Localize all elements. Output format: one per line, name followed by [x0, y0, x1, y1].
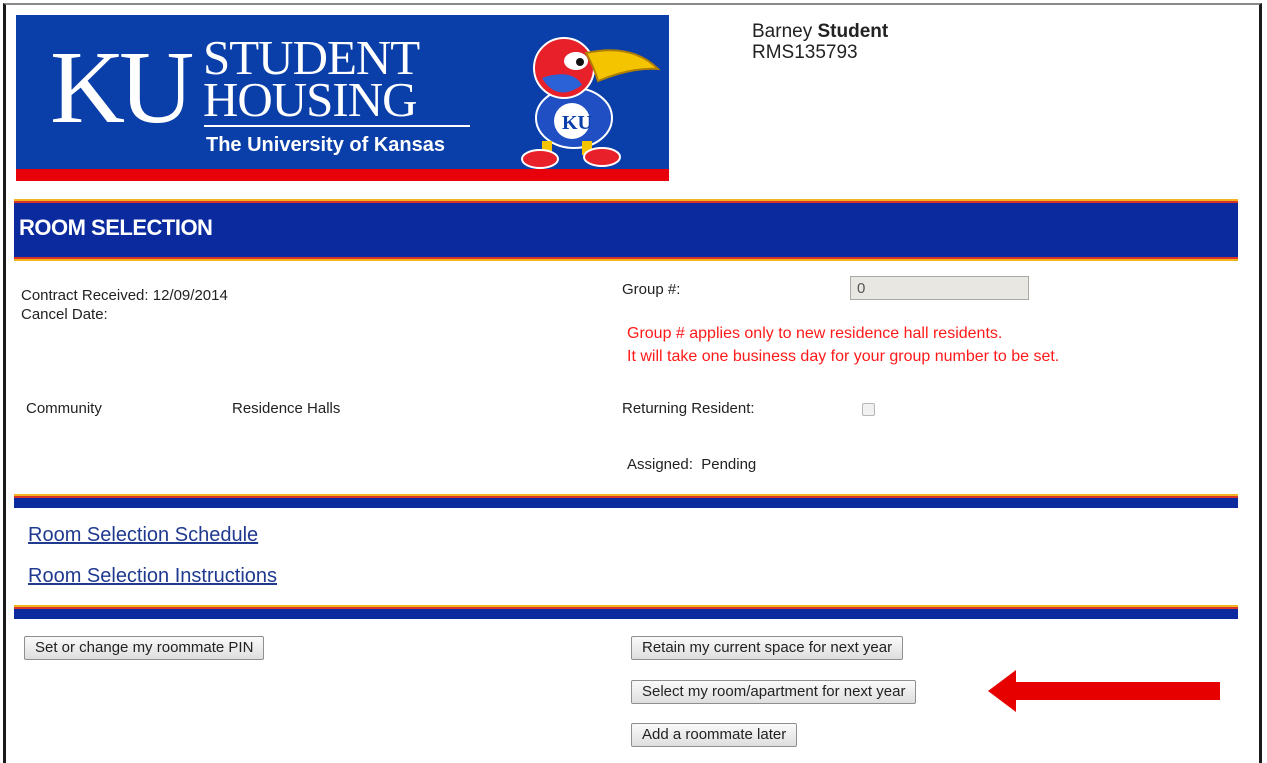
user-id: RMS135793 [752, 42, 858, 63]
divider-bar [14, 605, 1238, 619]
community-value: Residence Halls [232, 400, 341, 417]
assigned-label: Assigned: [627, 456, 693, 473]
retain-space-button[interactable]: Retain my current space for next year [631, 636, 904, 660]
contract-received-label: Contract Received: [21, 287, 149, 304]
red-arrow-icon [988, 670, 1220, 712]
room-selection-instructions-link[interactable]: Room Selection Instructions [28, 565, 277, 588]
divider-bar [14, 494, 1238, 508]
assigned-value: Pending [701, 456, 757, 473]
select-room-button[interactable]: Select my room/apartment for next year [631, 680, 917, 704]
cancel-date-label: Cancel Date: [21, 306, 108, 323]
section-title: ROOM SELECTION [19, 215, 213, 240]
jayhawk-mascot-icon: KU [521, 37, 661, 169]
ku-logo-letters: KU [50, 30, 194, 145]
add-roommate-later-button[interactable]: Add a roommate later [631, 723, 798, 747]
svg-text:KU: KU [562, 112, 592, 134]
banner-rule [204, 125, 470, 127]
banner-subtitle: The University of Kansas [206, 134, 445, 156]
community-label: Community [26, 400, 102, 417]
returning-resident-checkbox[interactable] [862, 403, 875, 416]
banner-red-stripe [16, 169, 669, 181]
ku-student-housing-banner: KU STUDENT HOUSING The University of Kan… [16, 15, 669, 181]
user-name: Barney Student [752, 21, 888, 43]
contract-received-value: 12/09/2014 [152, 287, 228, 304]
returning-resident-label: Returning Resident: [622, 400, 755, 417]
assigned-status: Assigned: Pending [627, 456, 756, 473]
banner-title-line2: HOUSING [203, 72, 418, 127]
set-roommate-pin-button[interactable]: Set or change my roommate PIN [24, 636, 265, 660]
room-selection-schedule-link[interactable]: Room Selection Schedule [28, 524, 258, 547]
group-label: Group #: [622, 281, 681, 298]
group-number-field[interactable] [850, 276, 1029, 300]
banner-title: STUDENT HOUSING [203, 33, 420, 127]
group-note-line1: Group # applies only to new residence ha… [627, 325, 1003, 342]
group-note-line2: It will take one business day for your g… [627, 348, 1060, 365]
user-last-name: Student [817, 21, 889, 42]
cancel-date: Cancel Date: [21, 306, 108, 323]
contract-received: Contract Received: 12/09/2014 [21, 287, 228, 304]
user-first-name: Barney [752, 21, 813, 42]
